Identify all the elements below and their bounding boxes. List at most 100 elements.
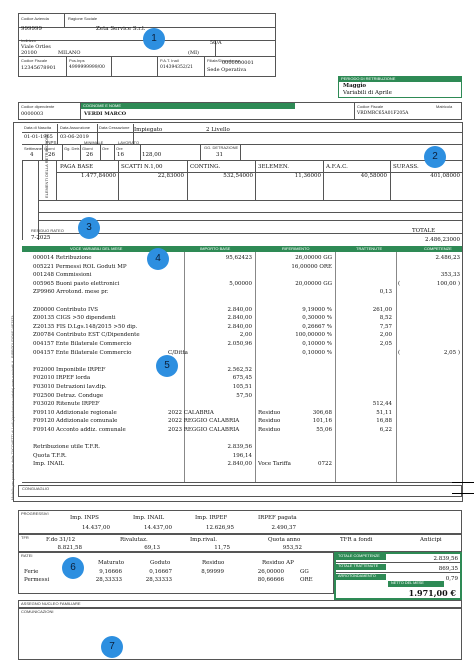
tfr-header: Quota anno: [268, 537, 301, 543]
voci-cell-base: 2.840,00: [227, 315, 253, 322]
elementi-header: CONTING.: [190, 164, 221, 170]
voci-header: RIFERIMENTO: [282, 246, 310, 251]
elementi-side-label: ELEMENTI DELLA RETRIBUZIONE: [44, 133, 49, 198]
netto-label: NETTO DEL MESE: [391, 581, 424, 585]
ratei-cell: 8,99999: [201, 569, 224, 575]
voci-cell-desc: Z00784 Contributo EST C/Dipendente: [33, 332, 140, 339]
pat-inail-label: P.A.T. Inail: [160, 58, 179, 63]
ratei-cell: 28,33333: [145, 577, 172, 583]
voci-cell-rif: 0,10000 %: [302, 341, 332, 347]
voci-cell-base: 2022 REGGIO CALABRIA: [168, 418, 240, 425]
voci-cell-comp: 2.486,23: [435, 255, 461, 261]
voci-cell-rif: 26,00000 GG: [295, 255, 332, 261]
voci-cell-rif: Residuo: [258, 427, 281, 433]
periodo-label: PERIODO DI RETRIBUZIONE: [338, 76, 462, 82]
voci-header: VOCE VARIABILI DEL MESE: [70, 246, 123, 251]
voci-cell-rif: 0,30000 %: [302, 315, 332, 322]
voci-cell-desc: Z00000 Contributo IVS: [33, 306, 98, 313]
voci-cell-base: 2.840,00: [227, 461, 253, 468]
progressivi-header: Imp. IRPEF: [195, 515, 228, 521]
voci-cell-comp: 353,33: [440, 272, 460, 279]
elementi-header: 3ELEMEN.: [258, 164, 290, 170]
inps-sub-label: Settimane: [24, 146, 43, 151]
elementi-header: PAGA BASE: [60, 164, 94, 170]
progressivi-header: Imp. INPS: [70, 515, 99, 521]
voci-cell-rif: 9,19000 %: [302, 306, 332, 313]
pat-inail: 014394352/21: [160, 65, 194, 70]
voci-cell-desc: Z20135 FIS D.Lgs.148/2015 >50 dip.: [33, 323, 138, 330]
voci-cell-tratt: 2,05: [379, 341, 392, 347]
codice-azienda-label: Codice Azienda: [21, 16, 49, 21]
voci-cell-desc: 005221 Permessi ROL Goduti MP: [33, 263, 127, 270]
voci-cell-rif: Voce Tariffa: [258, 461, 291, 468]
voci-cell-desc: F02500 Detraz. Conduge: [33, 392, 104, 399]
tfr-value: 69,13: [144, 545, 160, 551]
assunzione-label: Data Assunzione: [60, 125, 91, 130]
tfr-value: 11,75: [214, 545, 230, 551]
voci-cell-tratt: 6,22: [379, 427, 392, 433]
ratei-cell: 28,33333: [95, 577, 122, 583]
codice-fiscale-label: Codice Fiscale: [21, 58, 48, 63]
minimale-group-label: MINIMALE: [84, 140, 104, 145]
voci-cell-desc: 000014 Retribuzione: [33, 255, 92, 261]
tfr-value: 8.821,58: [57, 545, 83, 551]
voci-cell-tratt: 0,13: [379, 289, 392, 296]
inps-sub-label: Ore: [102, 146, 109, 151]
arrotondamento-label: ARROTONDAMENTO: [338, 574, 376, 578]
dipendente-codice-label: Codice dipendente: [21, 104, 55, 109]
voci-cell-rif: 0,26667 %: [302, 323, 332, 330]
lavorato-ore: 128,00: [142, 152, 162, 158]
dipendente-cf-label: Codice Fiscale: [357, 104, 384, 109]
elementi-header: SUP.ASS.: [393, 164, 419, 170]
voci-cell-tratt: 261,00: [372, 306, 392, 313]
comunicazioni-box: [18, 608, 462, 660]
totale-label: TOTALE: [412, 228, 436, 234]
dipendente-nome: VERDI MARCO: [84, 111, 127, 117]
voci-cell-rif2: 306,68: [312, 409, 332, 416]
inps-sub-label: Ore: [116, 146, 123, 151]
ratei-row-name: Ferie: [24, 569, 39, 575]
elementi-value: 1.477,84000: [81, 173, 116, 179]
elementi-value: 40,58000: [360, 173, 387, 179]
cap: 20100: [21, 50, 37, 56]
ratei-header: Maturato: [98, 560, 125, 566]
pos-inps: 4999999999/00: [69, 65, 105, 70]
filiale: 0000000001: [222, 60, 254, 66]
voci-cell-desc: Imp. INAIL: [33, 461, 65, 468]
voci-cell-rif2: 101,16: [312, 418, 332, 425]
residuo-rateo-periodo: 7-2025: [31, 235, 51, 241]
voci-cell-desc: 004157 Ente Bilaterale Commercio: [33, 349, 132, 356]
dipendente-nome-label: COGNOME E NOME: [80, 103, 295, 109]
totale-trattenute-label: TOTALE TRATTENUTE: [338, 564, 379, 568]
elementi-value: 532,54000: [223, 173, 253, 179]
callout-badge: 2: [424, 146, 446, 168]
sede: Sede Operativa: [207, 67, 247, 73]
progressivi-label: PROGRESSIVI: [21, 511, 49, 516]
elementi-header: A.F.A.C.: [326, 164, 348, 170]
assegno-box: [18, 600, 462, 608]
voci-cell-rif: Residuo: [258, 409, 281, 416]
totale-competenze-label: TOTALE COMPETENZE: [338, 554, 380, 558]
lavorato-group-label: LAVORATO: [118, 140, 140, 145]
provincia: (MI): [188, 50, 199, 56]
voci-cell-desc: ZP9960 Arrotond. mese pr.: [33, 289, 109, 296]
progressivi-value: 12.626,95: [206, 525, 234, 531]
voci-cell-tratt: 512,44: [372, 401, 392, 408]
voci-cell-rif: 20,00000 GG: [295, 280, 332, 287]
netto-del-mese: 1.971,00 €: [408, 588, 456, 598]
tfr-header: Anticipi: [420, 537, 442, 543]
ratei-cell: GG: [300, 569, 309, 575]
voci-cell-tratt: 16,88: [376, 418, 392, 425]
ratei-label: RATEI: [21, 553, 33, 558]
conguaglio-label: CONGUAGLIO: [22, 486, 50, 491]
tfr-header: Imp.rival.: [190, 537, 217, 543]
voci-cell-base: 2023 REGGIO CALABRIA: [168, 427, 240, 433]
dipendente-codice: 0000003: [21, 111, 44, 117]
voci-header: COMPETENZE: [424, 246, 452, 251]
nascita-label: Data di Nascita: [24, 125, 52, 130]
tfr-value: 953,52: [282, 545, 302, 551]
inps-sub-label: Gg. Detr.: [64, 146, 81, 151]
tfr-label: TFR: [21, 535, 29, 540]
voci-cell-desc: F03020 Ritenute IRPEF: [33, 401, 100, 408]
conguaglio-box: [18, 485, 462, 497]
